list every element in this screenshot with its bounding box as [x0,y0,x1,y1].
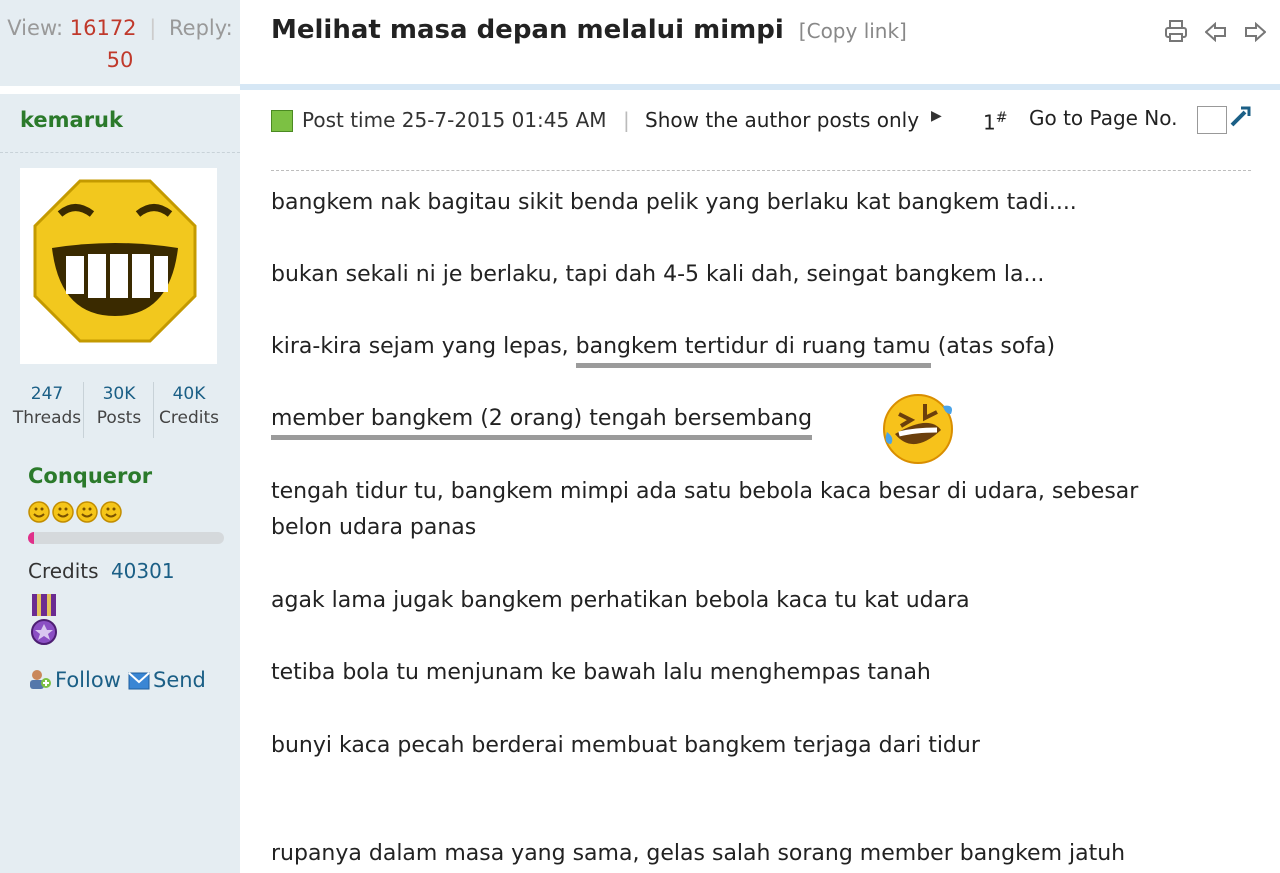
post-time: Post time 25-7-2015 01:45 AM [302,108,607,132]
author-divider [0,152,240,153]
post-line: tetiba bola tu menjunam ke bawah lalu me… [271,660,931,685]
reply-count: 50 [106,48,134,72]
threads-value: 247 [30,384,64,404]
thread-title-text: Melihat masa depan melalui mimpi [271,15,784,45]
rank-smiley-icons [28,501,122,523]
thread-main: Melihat masa depan melalui mimpi [Copy l… [240,0,1280,873]
previous-thread-icon[interactable] [1204,21,1227,48]
laughing-smiley-icon [33,179,197,343]
thread-stats: View: 16172 | Reply: 50 [0,0,240,86]
online-status-icon [271,110,293,132]
send-message-button[interactable]: Send [128,668,206,692]
post-line-part: kira-kira sejam yang lepas, [271,334,576,359]
rolling-laughing-emoji-icon [883,394,953,464]
post-line: agak lama jugak bangkem perhatikan bebol… [271,588,970,613]
reply-label: Reply: [169,16,233,40]
rank-progress-fill [28,532,34,544]
credits-line: Credits 40301 [28,559,175,583]
post-header-divider [271,170,1251,171]
sidebar-gap [0,86,240,94]
show-author-only-link[interactable]: Show the author posts only [645,108,919,132]
post-floor-number[interactable]: 1# [983,110,1007,135]
view-label: View: [7,16,64,40]
floor-value: 1 [983,110,996,135]
avatar[interactable] [20,168,217,364]
credits-text-value: 40301 [110,559,175,583]
view-count: 16172 [69,16,137,40]
send-label: Send [153,668,206,692]
rank-stars [28,500,128,529]
thread-stats-line: View: 16172 | Reply: [0,16,240,40]
print-icon[interactable] [1164,20,1188,48]
posts-stat[interactable]: 30K Posts [84,384,154,428]
medal-icon[interactable] [28,594,60,650]
thread-title: Melihat masa depan melalui mimpi [Copy l… [271,15,907,45]
rank-title: Conqueror [28,464,153,488]
rank-progress-bar [28,532,224,544]
author-name-link[interactable]: kemaruk [20,108,123,132]
post-line: member bangkem (2 orang) tengah bersemba… [271,406,813,440]
copy-link-button[interactable]: [Copy link] [799,19,907,43]
author-sidebar: View: 16172 | Reply: 50 kemaruk 247 Thre… [0,0,240,873]
underlined-text: bangkem tertidur di ruang tamu [575,334,931,368]
credits-value: 40K [172,384,206,404]
post-line: bangkem nak bagitau sikit benda pelik ya… [271,190,1077,215]
post-line: bunyi kaca pecah berderai membuat bangke… [271,733,980,758]
next-thread-icon[interactable] [1244,21,1267,48]
credits-stat[interactable]: 40K Credits [154,384,224,428]
post-line: rupanya dalam masa yang sama, gelas sala… [271,841,1126,866]
threads-label: Threads [12,408,82,428]
follow-user-icon [30,670,51,689]
goto-page-go-icon[interactable] [1229,104,1253,134]
stats-separator: | [149,16,157,40]
credits-label: Credits [159,408,219,428]
post-line: bukan sekali ni je berlaku, tapi dah 4-5… [271,262,1045,287]
goto-page-input[interactable] [1197,106,1227,134]
caret-right-icon: ▶ [931,108,942,124]
follow-button[interactable]: Follow [28,668,121,692]
threads-stat[interactable]: 247 Threads [8,384,86,428]
follow-label: Follow [55,668,121,692]
post-line-part: (atas sofa) [930,334,1056,359]
envelope-icon [128,672,150,690]
thread-toolbar [1152,20,1267,48]
post-line: tengah tidur tu, bangkem mimpi ada satu … [271,479,1139,504]
post-line: belon udara panas [271,515,477,540]
header-separator: | [623,108,630,132]
author-panel: kemaruk 247 Threads 30K Posts 40K Credit… [0,94,240,873]
goto-page-label: Go to Page No. [1029,106,1178,130]
post-line: kira-kira sejam yang lepas, bangkem tert… [271,334,1056,368]
thread-title-bar: Melihat masa depan melalui mimpi [Copy l… [240,0,1280,84]
floor-mark: # [995,110,1008,126]
credits-text-label: Credits [28,559,99,583]
posts-value: 30K [102,384,136,404]
underlined-text: member bangkem (2 orang) tengah bersemba… [271,406,813,440]
post-header: Post time 25-7-2015 01:45 AM | Show the … [271,106,1251,140]
posts-label: Posts [96,408,142,428]
title-divider [240,84,1280,90]
